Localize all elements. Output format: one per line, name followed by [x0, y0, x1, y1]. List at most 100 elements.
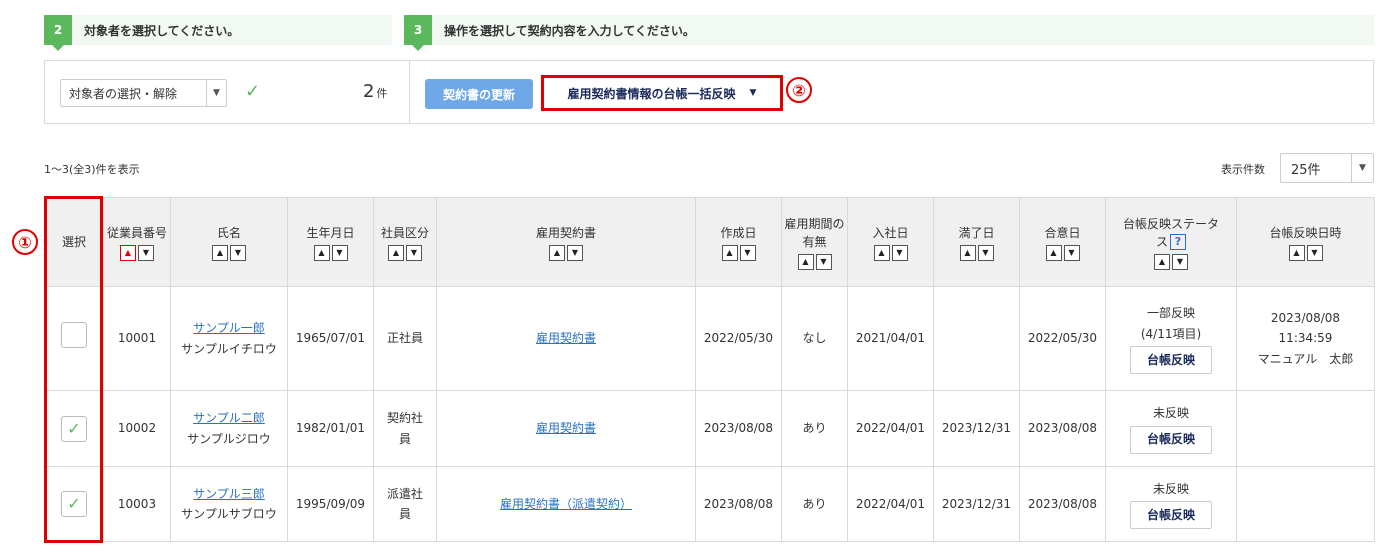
- sort-control: ▲ ▼: [873, 244, 908, 261]
- name-cell: サンプル一郎 サンプルイチロウ: [170, 286, 288, 391]
- employee-name-link[interactable]: サンプル一郎: [193, 321, 265, 335]
- contract-link[interactable]: 雇用契約書: [536, 331, 596, 345]
- sort-asc-icon[interactable]: ▲: [388, 244, 404, 261]
- status-cell: 未反映 台帳反映: [1105, 390, 1237, 467]
- expire-cell: 2023/12/31: [933, 390, 1020, 467]
- contract-link[interactable]: 雇用契約書: [536, 421, 596, 435]
- employee-name-link[interactable]: サンプル三郎: [193, 487, 265, 501]
- step-number: 3: [404, 15, 432, 51]
- period-cell: なし: [781, 286, 848, 391]
- sort-control: ▲ ▼: [797, 253, 832, 270]
- sort-asc-icon[interactable]: ▲: [212, 244, 228, 261]
- header-label: 作成日: [720, 225, 757, 240]
- sort-asc-icon[interactable]: ▲: [313, 244, 330, 261]
- sort-desc-icon[interactable]: ▼: [230, 244, 246, 261]
- created-cell: 2023/08/08: [695, 466, 782, 542]
- reflect-button[interactable]: 台帳反映: [1130, 425, 1212, 454]
- sort-control: ▲ ▼: [1154, 253, 1188, 270]
- step-2-header: 2 対象者を選択してください。: [44, 15, 392, 51]
- reflected-at-cell: [1236, 466, 1375, 542]
- sort-asc-icon[interactable]: ▲: [1288, 244, 1305, 261]
- emp-no-cell: 10001: [103, 286, 171, 391]
- result-range-text: 1～3(全3)件を表示: [44, 163, 140, 176]
- header-label: 満了日: [958, 225, 995, 240]
- header-select: 選択: [44, 197, 104, 287]
- per-page-label: 表示件数: [1221, 163, 1265, 176]
- reflected-by: マニュアル 太郎: [1257, 351, 1354, 366]
- sort-desc-icon[interactable]: ▼: [815, 253, 832, 270]
- annotation-marker-2: ②: [786, 77, 812, 103]
- contract-cell: 雇用契約書: [436, 286, 696, 391]
- emp-type-cell: 正社員: [373, 286, 437, 391]
- status-cell: 一部反映 (4/11項目) 台帳反映: [1105, 286, 1237, 391]
- sort-control: ▲ ▼: [388, 244, 422, 261]
- header-emp-no: 従業員番号 ▲ ▼: [103, 197, 171, 287]
- reflect-button[interactable]: 台帳反映: [1130, 501, 1212, 530]
- sort-asc-icon[interactable]: ▲: [959, 244, 976, 261]
- row-checkbox[interactable]: ✓: [61, 491, 87, 517]
- sort-asc-icon[interactable]: ▲: [549, 244, 565, 261]
- table-header-row: 選択 従業員番号 ▲ ▼ 氏名 ▲ ▼ 生年月日 ▲ ▼ 社員区分 ▲ ▼ 雇用契約書 ▲ ▼ 作成…: [44, 197, 1375, 287]
- header-contract: 雇用契約書 ▲ ▼: [436, 197, 696, 287]
- join-cell: 2021/04/01: [847, 286, 934, 391]
- sort-control: ▲ ▼: [1288, 244, 1323, 261]
- contract-link[interactable]: 雇用契約書（派遣契約）: [500, 497, 632, 511]
- sort-asc-icon[interactable]: ▲: [873, 244, 890, 261]
- header-label: 選択: [61, 235, 86, 249]
- sort-asc-icon[interactable]: ▲: [721, 244, 738, 261]
- header-label: 合意日: [1044, 225, 1081, 240]
- sort-asc-icon[interactable]: ▲: [1154, 253, 1170, 270]
- bulk-reflect-button[interactable]: 雇用契約書情報の台帳一括反映 ▼: [541, 75, 783, 111]
- sort-desc-icon[interactable]: ▼: [1306, 244, 1323, 261]
- row-checkbox[interactable]: [61, 322, 87, 349]
- header-join: 入社日 ▲ ▼: [847, 197, 934, 287]
- sort-desc-icon[interactable]: ▼: [567, 244, 583, 261]
- sort-desc-icon[interactable]: ▼: [406, 244, 422, 261]
- header-birth: 生年月日 ▲ ▼: [287, 197, 374, 287]
- contract-cell: 雇用契約書: [436, 390, 696, 467]
- expire-cell: [933, 286, 1020, 391]
- header-label: 雇用期間の有無: [784, 216, 845, 249]
- name-cell: サンプル三郎 サンプルサブロウ: [170, 466, 288, 542]
- chevron-down-icon: ▼: [206, 80, 226, 106]
- sort-desc-icon[interactable]: ▼: [891, 244, 908, 261]
- sort-asc-icon[interactable]: ▲: [797, 253, 814, 270]
- header-emp-type: 社員区分 ▲ ▼: [373, 197, 437, 287]
- sort-desc-icon[interactable]: ▼: [739, 244, 756, 261]
- sort-asc-icon[interactable]: ▲: [120, 244, 136, 261]
- expire-cell: 2023/12/31: [933, 466, 1020, 542]
- check-icon: ✓: [67, 418, 81, 438]
- birth-cell: 1965/07/01: [287, 286, 374, 391]
- agree-cell: 2022/05/30: [1019, 286, 1106, 391]
- bulk-reflect-label: 雇用契約書情報の台帳一括反映: [567, 86, 736, 101]
- selected-count-unit: 件: [376, 87, 388, 100]
- check-icon: ✓: [245, 81, 261, 102]
- help-icon[interactable]: ?: [1170, 234, 1186, 250]
- reflect-button[interactable]: 台帳反映: [1130, 345, 1212, 374]
- select-cell: ✓: [44, 466, 104, 542]
- sort-desc-icon[interactable]: ▼: [1063, 244, 1080, 261]
- employee-kana: サンプルサブロウ: [181, 507, 277, 521]
- emp-type-cell: 契約社員: [373, 390, 437, 467]
- select-cell: ✓: [44, 390, 104, 467]
- join-cell: 2022/04/01: [847, 466, 934, 542]
- birth-cell: 1982/01/01: [287, 390, 374, 467]
- per-page-select[interactable]: 25件 ▼: [1280, 153, 1374, 183]
- sort-desc-icon[interactable]: ▼: [1172, 253, 1188, 270]
- table-row: ✓ 10003 サンプル三郎 サンプルサブロウ 1995/09/09 派遣社員 雇…: [44, 466, 1375, 542]
- target-select-label: 対象者の選択・解除: [69, 86, 178, 101]
- target-select-dropdown[interactable]: 対象者の選択・解除 ▼: [60, 79, 227, 107]
- created-cell: 2022/05/30: [695, 286, 782, 391]
- update-contract-button[interactable]: 契約書の更新: [425, 79, 533, 109]
- chevron-down-icon: ▼: [1351, 154, 1373, 182]
- agree-cell: 2023/08/08: [1019, 390, 1106, 467]
- header-period: 雇用期間の有無 ▲ ▼: [781, 197, 848, 287]
- sort-desc-icon[interactable]: ▼: [138, 244, 154, 261]
- employee-kana: サンプルジロウ: [187, 431, 271, 446]
- row-checkbox[interactable]: ✓: [61, 415, 87, 442]
- employee-name-link[interactable]: サンプル二郎: [193, 411, 265, 425]
- sort-desc-icon[interactable]: ▼: [977, 244, 994, 261]
- sort-asc-icon[interactable]: ▲: [1045, 244, 1062, 261]
- sort-desc-icon[interactable]: ▼: [331, 244, 348, 261]
- status-text: 未反映: [1152, 406, 1189, 421]
